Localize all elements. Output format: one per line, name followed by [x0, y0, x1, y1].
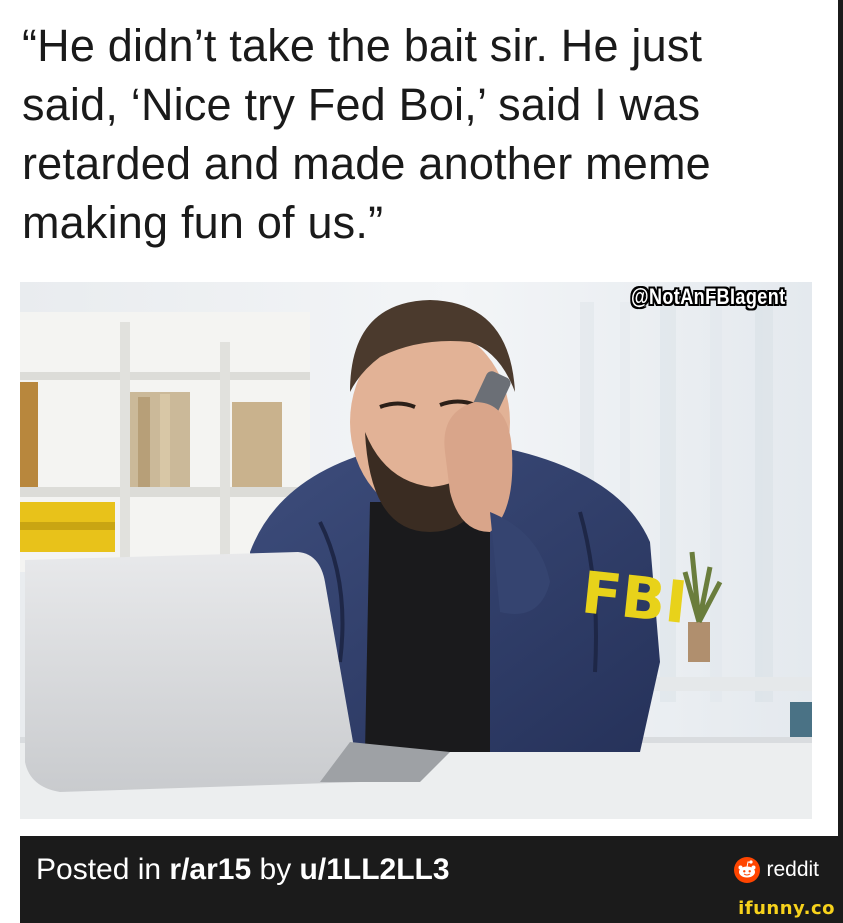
- photo-illustration: FBI: [20, 282, 812, 819]
- reddit-icon: [734, 857, 761, 883]
- caption-line-1: “He didn’t take the bait sir. He just: [22, 20, 703, 71]
- caption-line-3: retarded and made another meme: [22, 138, 711, 189]
- meme-photo: FBI @NotAnFBIagent: [20, 282, 812, 819]
- fbi-sleeve-text: FBI: [579, 558, 691, 637]
- ifunny-watermark: ifunny.co: [738, 898, 835, 919]
- watermark-handle: @NotAnFBIagent: [631, 284, 786, 309]
- ifunny-strip: [20, 904, 843, 923]
- caption-line-2: said, ‘Nice try Fed Boi,’ said I was: [22, 79, 701, 130]
- posted-line: Posted in r/ar15 by u/1LL2LL3: [36, 852, 450, 888]
- right-edge-bar: [838, 0, 843, 923]
- reddit-badge[interactable]: reddit: [734, 857, 819, 883]
- posted-footer: Posted in r/ar15 by u/1LL2LL3 reddit: [20, 836, 843, 904]
- subreddit-link[interactable]: r/ar15: [169, 853, 251, 886]
- posted-prefix: Posted in: [36, 853, 170, 886]
- meme-page: “He didn’t take the bait sir. He just sa…: [0, 0, 843, 923]
- by-text: by: [251, 853, 300, 886]
- caption-line-4: making fun of us.”: [22, 197, 384, 248]
- user-link[interactable]: u/1LL2LL3: [300, 853, 450, 886]
- reddit-label: reddit: [766, 858, 819, 881]
- meme-caption: “He didn’t take the bait sir. He just sa…: [22, 16, 822, 252]
